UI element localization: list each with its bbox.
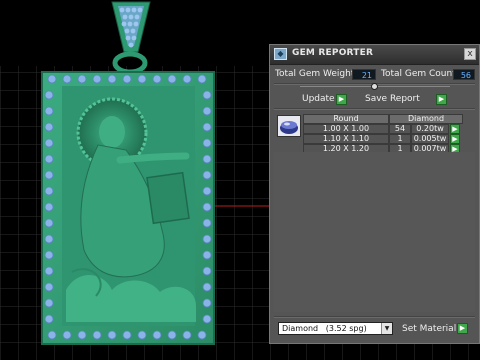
total-gem-weight-label: Total Gem Weight bbox=[275, 69, 355, 79]
gem-stone bbox=[44, 202, 54, 212]
gem-stone bbox=[44, 282, 54, 292]
total-gem-count-value: 56 bbox=[453, 69, 475, 80]
gem-stone bbox=[107, 330, 117, 340]
gem-stone bbox=[202, 218, 212, 228]
gem-reporter-panel: ◆ GEM REPORTER x Total Gem Weight 21 Tot… bbox=[269, 44, 480, 344]
table-header-material: Diamond bbox=[389, 114, 463, 124]
total-gem-weight-value: 21 bbox=[352, 69, 376, 80]
round-gem-thumbnail bbox=[280, 121, 298, 134]
weight-cell: 0.20tw bbox=[411, 124, 449, 134]
report-list-area bbox=[274, 152, 475, 312]
gem-stone bbox=[77, 74, 87, 84]
gem-stone bbox=[202, 106, 212, 116]
update-button[interactable]: ▶ bbox=[336, 94, 347, 105]
gem-stone bbox=[152, 74, 162, 84]
gem-stone bbox=[44, 138, 54, 148]
gem-stone bbox=[44, 106, 54, 116]
gem-stone bbox=[137, 330, 147, 340]
gem-stone bbox=[197, 330, 207, 340]
gem-stone bbox=[44, 234, 54, 244]
gem-reporter-titlebar[interactable]: ◆ GEM REPORTER x bbox=[270, 45, 479, 65]
count-cell: 54 bbox=[389, 124, 411, 134]
chevron-down-icon[interactable]: ▼ bbox=[381, 323, 392, 334]
size-cell: 1.00 X 1.00 bbox=[303, 124, 389, 134]
count-cell: 1 bbox=[389, 134, 411, 144]
gem-stone bbox=[152, 330, 162, 340]
gem-stone bbox=[47, 74, 57, 84]
divider bbox=[274, 108, 475, 110]
table-row[interactable]: 1.10 X 1.10 1 0.005tw ▶ bbox=[303, 134, 475, 144]
gem-stone bbox=[44, 314, 54, 324]
weight-cell: 0.005tw bbox=[411, 134, 449, 144]
gem-stone bbox=[182, 330, 192, 340]
gem-stone bbox=[202, 154, 212, 164]
gem-stone bbox=[44, 186, 54, 196]
row-go-button[interactable]: ▶ bbox=[450, 134, 460, 144]
gem-reporter-icon: ◆ bbox=[274, 48, 287, 60]
gem-stone bbox=[44, 154, 54, 164]
gem-stone bbox=[47, 330, 57, 340]
gem-stone bbox=[62, 74, 72, 84]
gem-stone bbox=[44, 90, 54, 100]
gem-stone bbox=[167, 330, 177, 340]
slider-handle[interactable] bbox=[371, 83, 378, 90]
material-selected-text: Diamond (3.52 spg) bbox=[282, 324, 367, 333]
gem-stone bbox=[44, 170, 54, 180]
pendant-bail bbox=[111, 1, 151, 75]
table-header-shape: Round bbox=[303, 114, 389, 124]
gem-stone bbox=[202, 282, 212, 292]
gem-stone bbox=[202, 202, 212, 212]
set-material-label[interactable]: Set Material bbox=[402, 324, 456, 334]
close-button[interactable]: x bbox=[464, 48, 476, 60]
round-gem-icon[interactable] bbox=[277, 115, 301, 137]
gem-stone bbox=[202, 122, 212, 132]
gem-stone bbox=[92, 74, 102, 84]
gem-stone bbox=[182, 74, 192, 84]
gem-stone bbox=[197, 74, 207, 84]
pendant-plate bbox=[41, 71, 215, 345]
gem-stone bbox=[202, 298, 212, 308]
gem-stone bbox=[44, 122, 54, 132]
gem-stone bbox=[44, 298, 54, 308]
panel-title: GEM REPORTER bbox=[292, 48, 374, 58]
gem-stone bbox=[107, 74, 117, 84]
gem-stone bbox=[62, 330, 72, 340]
divider bbox=[274, 316, 475, 318]
table-row[interactable]: 1.00 X 1.00 54 0.20tw ▶ bbox=[303, 124, 475, 134]
total-gem-count-label: Total Gem Count bbox=[381, 69, 456, 79]
size-cell: 1.10 X 1.10 bbox=[303, 134, 389, 144]
save-report-button[interactable]: ▶ bbox=[436, 94, 447, 105]
gem-stone bbox=[44, 250, 54, 260]
update-label[interactable]: Update bbox=[302, 94, 335, 104]
gem-stone bbox=[122, 330, 132, 340]
set-material-button[interactable]: ▶ bbox=[457, 323, 468, 334]
material-dropdown[interactable]: Diamond (3.52 spg) ▼ bbox=[278, 322, 393, 335]
gem-stone bbox=[167, 74, 177, 84]
gem-stone bbox=[202, 234, 212, 244]
gem-stone bbox=[77, 330, 87, 340]
save-report-label[interactable]: Save Report bbox=[365, 94, 420, 104]
gem-stone bbox=[202, 250, 212, 260]
gem-stone bbox=[202, 90, 212, 100]
gem-stone bbox=[137, 74, 147, 84]
row-go-button[interactable]: ▶ bbox=[450, 124, 460, 134]
gem-stone bbox=[44, 266, 54, 276]
gem-stone bbox=[202, 170, 212, 180]
gem-stone bbox=[202, 138, 212, 148]
gem-stone bbox=[202, 314, 212, 324]
gem-stone bbox=[202, 266, 212, 276]
gem-stone bbox=[44, 218, 54, 228]
gem-stone bbox=[202, 186, 212, 196]
gem-stone bbox=[122, 74, 132, 84]
gem-stone bbox=[92, 330, 102, 340]
